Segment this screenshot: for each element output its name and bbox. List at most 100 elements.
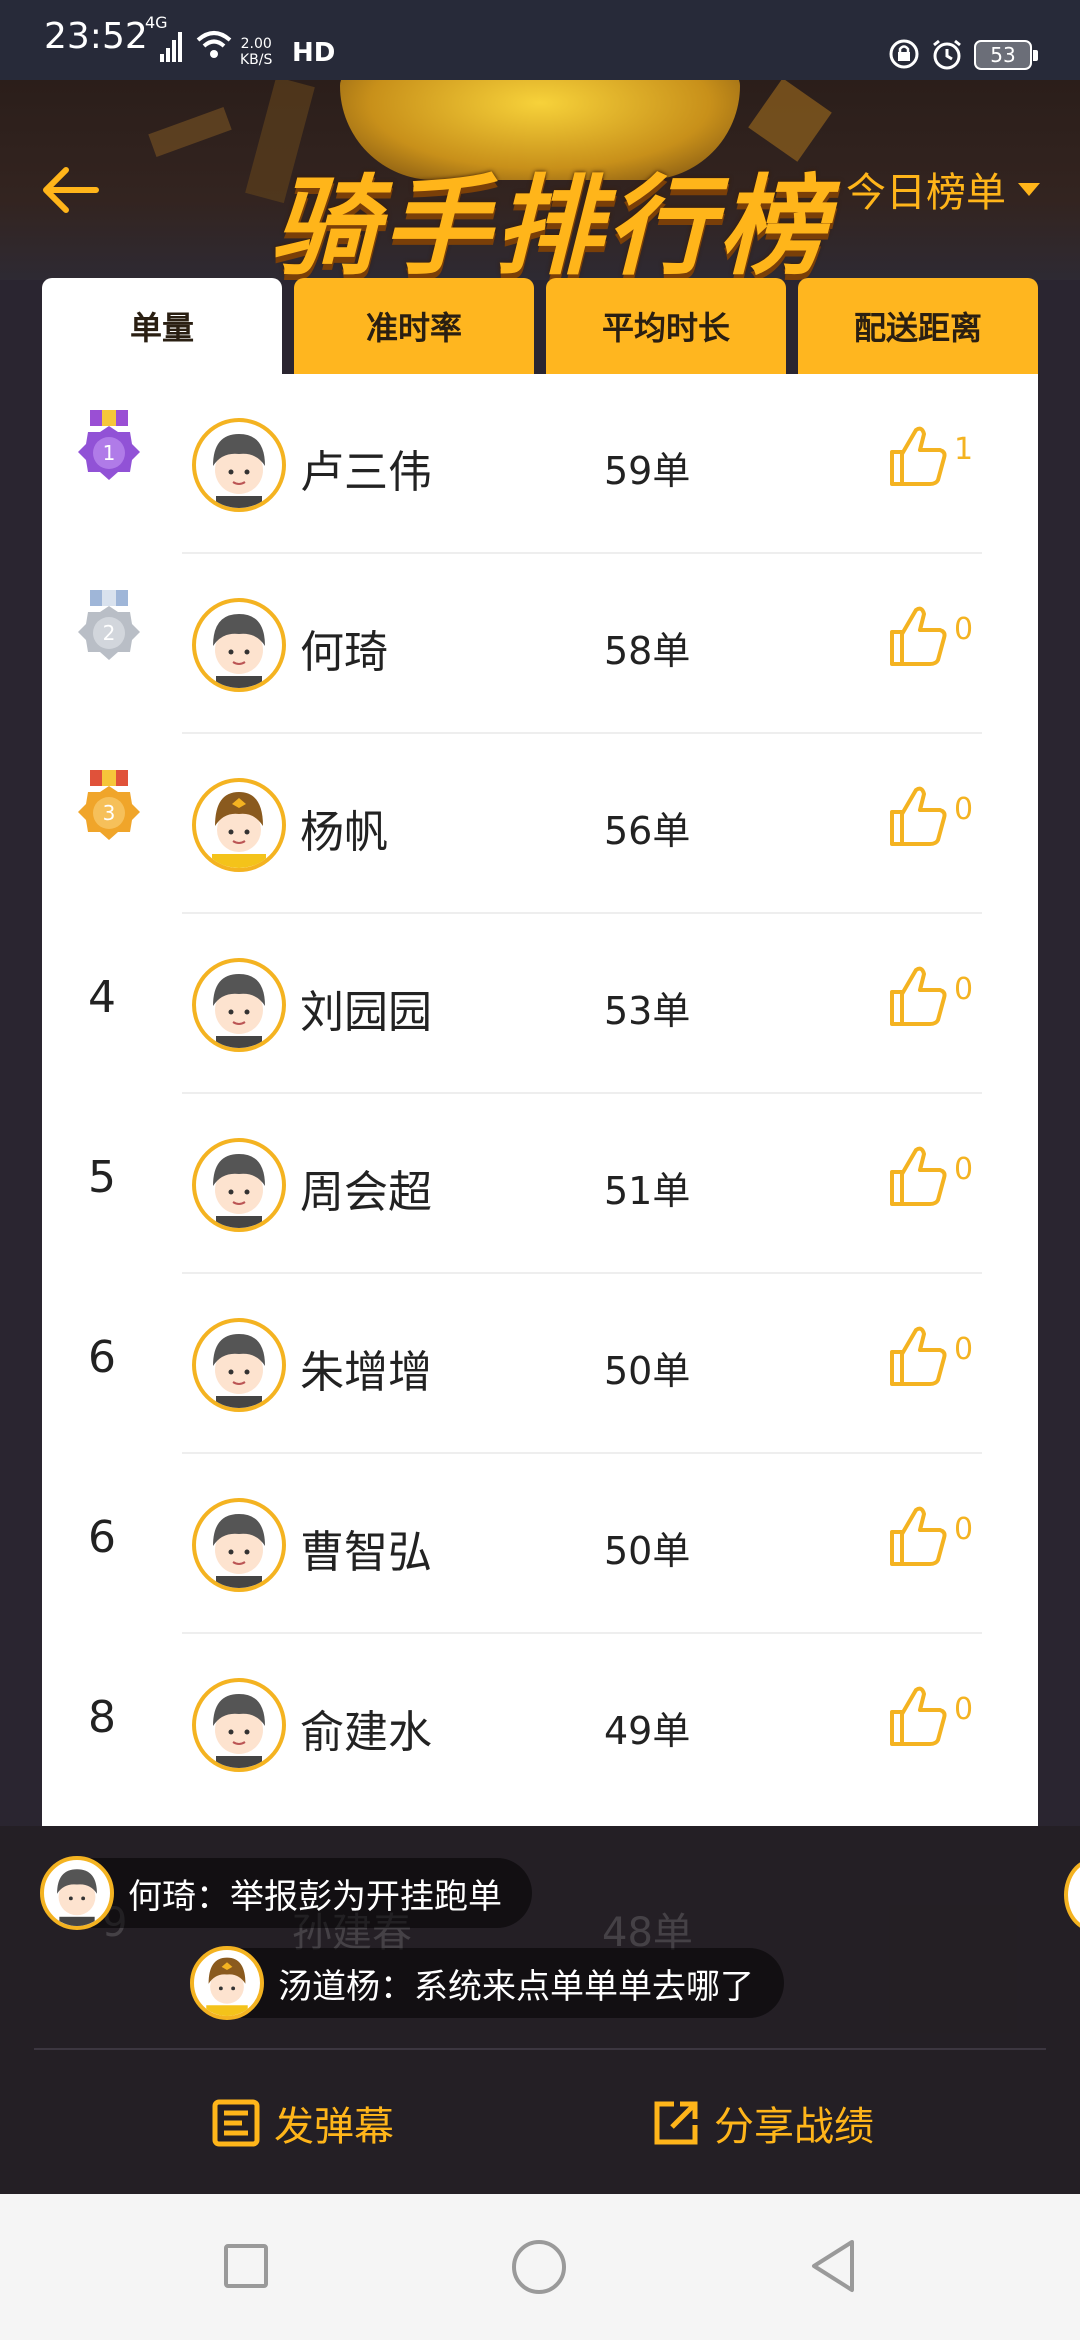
like-count: 0	[954, 792, 974, 827]
danmaku-bullet: 何琦：举报彭为开挂跑单	[40, 1856, 532, 1930]
list-item[interactable]: 8 俞建水 49单 0	[42, 1634, 1038, 1814]
rider-name: 卢三伟	[300, 447, 432, 498]
tab-delivery-distance[interactable]: 配送距离	[798, 278, 1038, 374]
avatar	[192, 1498, 286, 1592]
medal-first-icon: 1	[78, 410, 140, 480]
danmaku-icon	[212, 2099, 260, 2147]
medal-second-icon: 2	[78, 590, 140, 660]
ranking-tabs: 单量 准时率 平均时长 配送距离	[42, 278, 1038, 374]
network-speed: 2.00 KB/S	[240, 36, 272, 68]
rider-name: 朱增增	[300, 1347, 432, 1398]
danmaku-text: 汤道杨：系统来点单单单去哪了	[278, 1966, 754, 2007]
wifi-icon	[196, 31, 232, 58]
thumbs-up-icon[interactable]	[888, 1684, 948, 1750]
rider-name: 俞建水	[300, 1707, 432, 1758]
send-danmaku-button[interactable]: 发弹幕	[212, 2094, 394, 2152]
avatar	[192, 778, 286, 872]
page-title: 骑手排行榜	[269, 165, 830, 280]
system-nav-bar	[0, 2194, 1080, 2340]
avatar	[192, 1138, 286, 1232]
order-count: 56单	[604, 809, 691, 853]
thumbs-up-icon[interactable]	[888, 1324, 948, 1390]
list-item[interactable]: 6 朱增增 50单 0	[42, 1274, 1038, 1454]
order-count: 50单	[604, 1529, 691, 1573]
rider-avatar-icon	[57, 1869, 97, 1926]
tab-order-count[interactable]: 单量	[42, 278, 282, 374]
like-count: 0	[954, 972, 974, 1007]
hd-indicator: HD	[292, 38, 336, 68]
home-icon[interactable]	[512, 2240, 566, 2294]
rider-name: 周会超	[300, 1167, 432, 1218]
medal-third-icon: 3	[78, 770, 140, 840]
list-item[interactable]: 2 何琦 58单 0	[42, 554, 1038, 734]
avatar	[192, 1678, 286, 1772]
like-count: 0	[954, 1332, 974, 1367]
avatar	[192, 418, 286, 512]
thumbs-up-icon[interactable]	[888, 604, 948, 670]
avatar	[192, 598, 286, 692]
order-count: 53单	[604, 989, 691, 1033]
rank-number: 4	[88, 972, 116, 1023]
tab-average-duration[interactable]: 平均时长	[546, 278, 786, 374]
rider-name: 曹智弘	[300, 1527, 432, 1578]
list-item[interactable]: 4 刘园园 53单 0	[42, 914, 1038, 1094]
rider-avatar-icon	[213, 1514, 265, 1588]
rider-avatar-icon	[213, 974, 265, 1048]
rider-name: 刘园园	[300, 987, 432, 1038]
rider-avatar-icon	[213, 1694, 265, 1768]
order-count: 50单	[604, 1349, 691, 1393]
signal-icon	[160, 32, 182, 62]
avatar	[40, 1856, 114, 1930]
thumbs-up-icon[interactable]	[888, 784, 948, 850]
rank-number: 6	[88, 1512, 116, 1563]
order-count: 49单	[604, 1709, 691, 1753]
header-banner: 骑手排行榜 今日榜单	[0, 80, 1080, 280]
list-item[interactable]: 1 卢三伟 59单 1	[42, 374, 1038, 554]
thumbs-up-icon[interactable]	[888, 964, 948, 1030]
list-item[interactable]: 5 周会超 51单 0	[42, 1094, 1038, 1274]
divider	[34, 2048, 1046, 2050]
recent-apps-icon[interactable]	[224, 2244, 268, 2288]
decor-shard	[148, 107, 232, 157]
order-count: 51单	[604, 1169, 691, 1213]
medal-rank: 3	[103, 801, 116, 825]
list-item[interactable]: 6 曹智弘 50单 0	[42, 1454, 1038, 1634]
battery-indicator: 53	[974, 40, 1038, 70]
medal-rank: 1	[103, 441, 116, 465]
like-count: 0	[954, 1152, 974, 1187]
period-dropdown[interactable]: 今日榜单	[846, 160, 1040, 218]
thumbs-up-icon[interactable]	[888, 424, 948, 490]
thumbs-up-icon[interactable]	[888, 1144, 948, 1210]
danmaku-bullet: 汤道杨：系统来点单单单去哪了	[190, 1946, 784, 2020]
tab-on-time-rate[interactable]: 准时率	[294, 278, 534, 374]
period-label: 今日榜单	[846, 170, 1006, 216]
status-bar: 23:52 4G 2.00 KB/S HD 53	[0, 0, 1080, 80]
rank-number: 8	[88, 1692, 116, 1743]
rider-avatar-icon	[213, 1154, 265, 1228]
rider-avatar-icon	[213, 434, 265, 508]
avatar	[192, 958, 286, 1052]
medal-rank: 2	[103, 621, 116, 645]
rider-avatar-icon	[213, 1334, 265, 1408]
chevron-down-icon	[1018, 182, 1040, 196]
back-triangle-icon[interactable]	[808, 2238, 858, 2294]
rider-avatar-icon	[213, 614, 265, 688]
rotation-lock-icon	[889, 39, 919, 69]
like-count: 1	[954, 432, 974, 467]
speed-unit: KB/S	[240, 52, 273, 68]
list-item[interactable]: 3 杨帆 56单 0	[42, 734, 1038, 914]
rank-number: 6	[88, 1332, 116, 1383]
rider-name: 杨帆	[300, 807, 388, 858]
avatar	[192, 1318, 286, 1412]
ranking-list: 1 卢三伟 59单 1 2 何琦 58单 0 3 杨帆 56单 0 4 刘园园 …	[42, 374, 1038, 1826]
avatar	[190, 1946, 264, 2020]
thumbs-up-icon[interactable]	[888, 1504, 948, 1570]
rider-avatar-icon	[212, 792, 266, 868]
rider-avatar-icon	[206, 1957, 248, 2016]
alarm-icon	[933, 39, 961, 70]
share-button[interactable]: 分享战绩	[652, 2094, 874, 2152]
back-arrow-icon[interactable]	[36, 160, 106, 220]
rider-name: 何琦	[300, 627, 388, 678]
order-count: 59单	[604, 449, 691, 493]
status-time: 23:52	[44, 16, 148, 57]
